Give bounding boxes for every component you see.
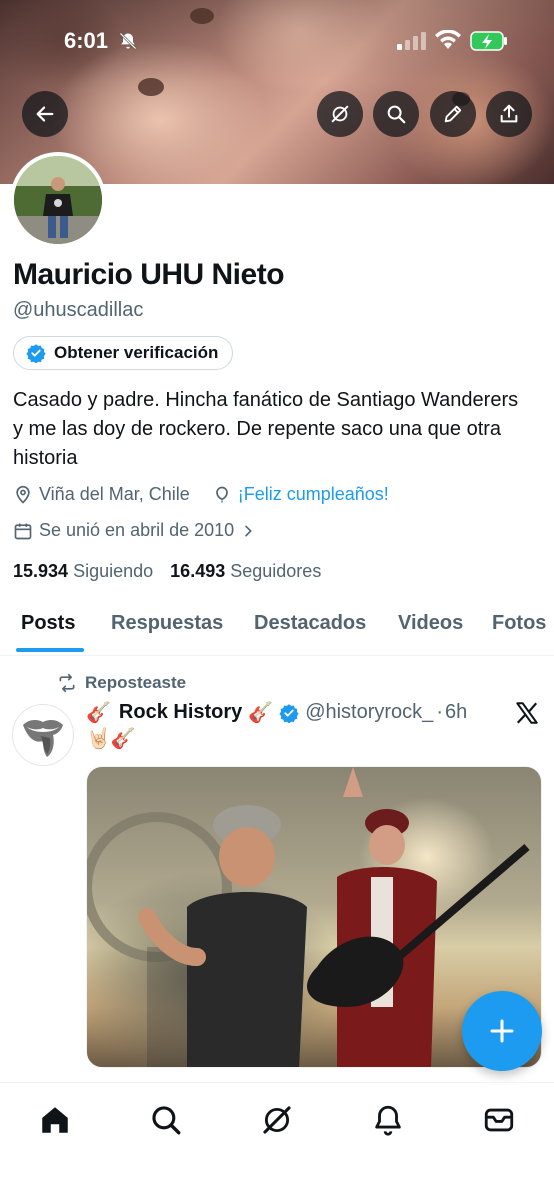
profile-joined-row[interactable]: Se unió en abril de 2010 <box>13 520 262 541</box>
signal-icon <box>397 32 426 50</box>
home-icon[interactable] <box>38 1103 72 1137</box>
repost-icon <box>59 673 75 693</box>
back-button[interactable] <box>22 91 68 137</box>
following-label: Siguiendo <box>73 561 154 581</box>
search-icon[interactable] <box>149 1103 183 1137</box>
post-text: 🤘🏻🎸 <box>86 728 136 750</box>
search-button[interactable] <box>373 91 419 137</box>
verified-badge-icon <box>26 344 46 363</box>
rolling-stones-tongue-logo <box>23 720 63 757</box>
author-emoji-prefix: 🎸 <box>86 702 111 724</box>
silent-bell-icon <box>119 32 137 50</box>
profile-bio: Casado y padre. Hincha fanático de Santi… <box>13 389 519 469</box>
profile-meta-row-1: Viña del Mar, Chile ¡Feliz cumpleaños! <box>13 484 389 505</box>
bell-icon[interactable] <box>371 1103 405 1137</box>
author-emoji-suffix: 🎸 <box>248 702 274 724</box>
arrow-left-icon <box>36 106 54 122</box>
profile-avatar[interactable] <box>10 152 106 248</box>
status-bar: 6:01 <box>0 28 554 58</box>
tab-videos[interactable]: Videos <box>398 612 463 635</box>
tab-highlights[interactable]: Destacados <box>254 612 366 635</box>
following-count: 15.934 <box>13 561 69 581</box>
post-author-name[interactable]: Rock History <box>119 701 242 724</box>
get-verified-button[interactable]: Obtener verificación <box>13 336 234 370</box>
pencil-icon <box>444 105 462 123</box>
x-logo-icon[interactable] <box>514 700 540 726</box>
calendar-icon <box>14 523 32 539</box>
balloon-icon <box>215 486 228 502</box>
banner-photo-detail <box>190 8 214 24</box>
share-button[interactable] <box>486 91 532 137</box>
status-time: 6:01 <box>64 28 109 53</box>
grok-icon[interactable] <box>260 1103 294 1137</box>
active-tab-indicator <box>16 648 84 652</box>
profile-birthday-link[interactable]: ¡Feliz cumpleaños! <box>238 484 389 505</box>
followers-count: 16.493 <box>170 561 226 581</box>
edit-button[interactable] <box>430 91 476 137</box>
followers-link[interactable]: 16.493 Seguidores <box>170 561 321 581</box>
post-author-avatar[interactable] <box>12 704 74 766</box>
mail-icon[interactable] <box>482 1103 516 1137</box>
bottom-navigation <box>0 1082 554 1200</box>
follow-stats: 15.934 Siguiendo 16.493 Seguidores <box>13 561 321 582</box>
grok-button[interactable] <box>317 91 363 137</box>
tab-replies[interactable]: Respuestas <box>111 612 223 635</box>
compose-post-button[interactable] <box>462 991 542 1071</box>
grok-icon <box>331 105 349 123</box>
followers-label: Seguidores <box>230 561 322 581</box>
share-icon <box>500 104 518 123</box>
profile-joined: Se unió en abril de 2010 <box>39 520 235 540</box>
profile-handle: @uhuscadillac <box>13 299 144 321</box>
following-link[interactable]: 15.934 Siguiendo <box>13 561 153 581</box>
banner-photo-detail <box>138 78 164 96</box>
repost-label: Reposteaste <box>85 673 187 692</box>
wifi-icon <box>435 30 461 49</box>
verified-badge-icon <box>279 703 299 723</box>
repost-indicator: Reposteaste <box>57 673 186 693</box>
profile-location: Viña del Mar, Chile <box>39 484 190 504</box>
battery-charging-icon <box>470 31 507 51</box>
tab-posts[interactable]: Posts <box>21 612 75 635</box>
avatar-photo <box>14 156 102 244</box>
get-verified-label: Obtener verificación <box>54 343 219 362</box>
search-icon <box>387 105 406 124</box>
post-separator: · <box>436 701 443 723</box>
post-author-handle[interactable]: @historyrock_ <box>305 701 433 724</box>
profile-name: Mauricio UHU Nieto <box>13 258 285 291</box>
location-pin-icon <box>16 485 30 504</box>
plus-icon <box>490 1019 514 1043</box>
tab-photos[interactable]: Fotos <box>492 612 546 635</box>
chevron-right-icon <box>245 525 252 536</box>
post-time: 6h <box>444 701 468 723</box>
post-header: 🎸 Rock History 🎸 @historyrock_ · 6h <box>86 700 467 725</box>
